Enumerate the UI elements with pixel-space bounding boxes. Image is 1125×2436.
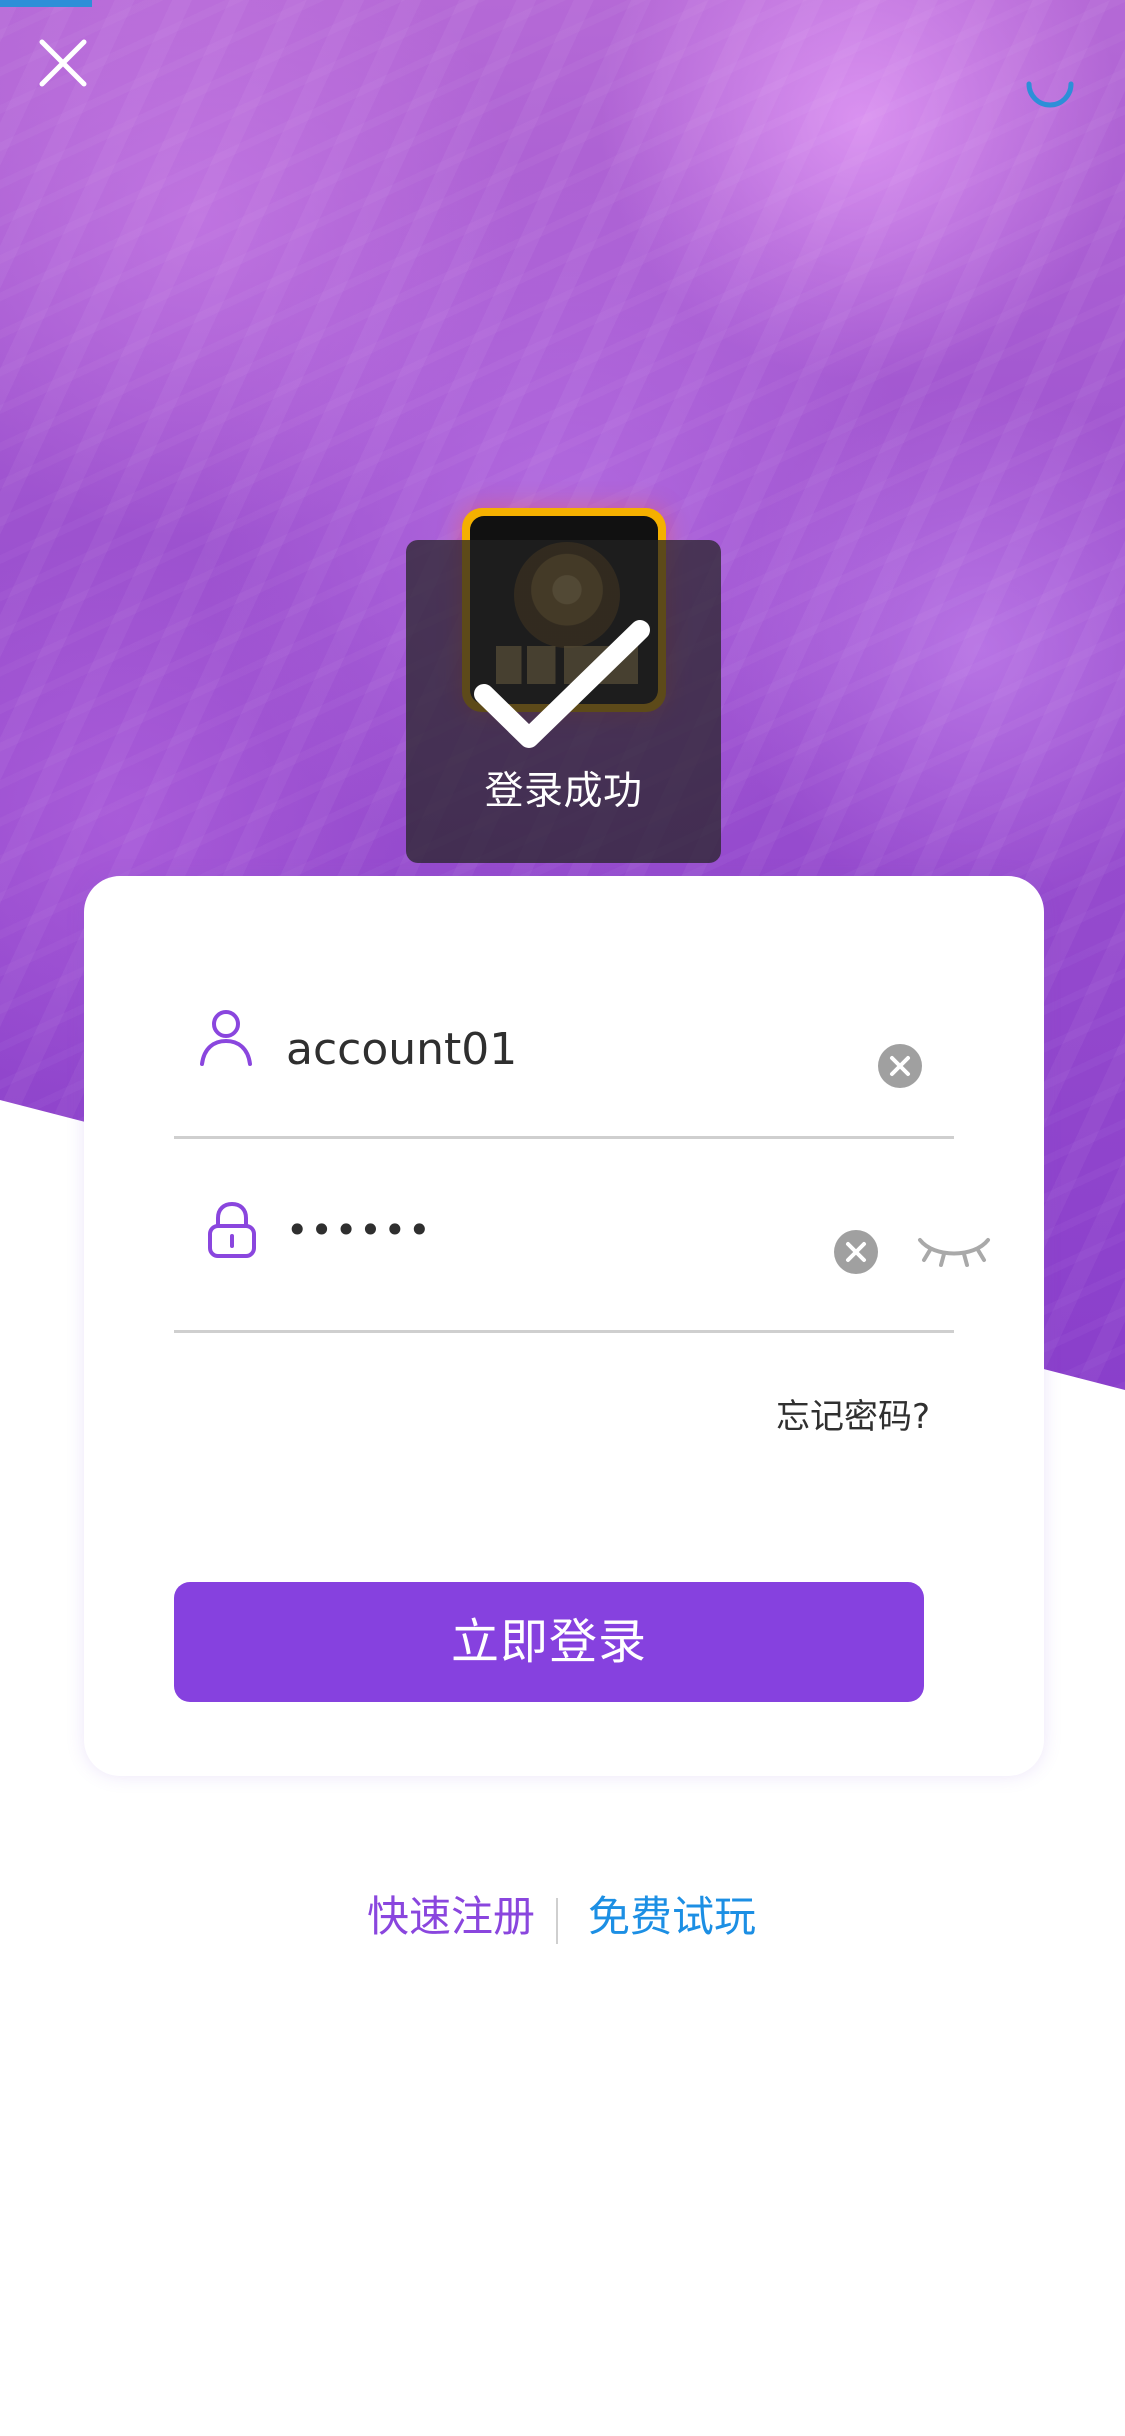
loading-spinner-icon [1026,81,1074,108]
eye-closed-icon[interactable] [914,1230,994,1270]
quick-register-link[interactable]: 快速注册 [367,1896,535,1938]
close-button[interactable] [34,34,92,92]
free-trial-link[interactable]: 免费试玩 [588,1896,756,1938]
links-divider [556,1898,558,1944]
check-icon [474,620,650,748]
username-field[interactable]: account01 [174,986,954,1139]
clear-icon[interactable] [878,1044,922,1088]
bottom-links: 快速注册 免费试玩 [0,1896,1125,1956]
clear-username-icon [890,1056,910,1076]
clear-password-icon [846,1242,866,1262]
top-progress-bar [0,0,92,7]
username-value[interactable]: account01 [286,1020,517,1080]
password-field[interactable]: •••••• [174,1180,990,1333]
login-button[interactable]: 立即登录 [174,1582,924,1702]
clear-password-button[interactable] [834,1230,878,1274]
lock-icon [208,1201,256,1258]
close-icon [39,39,87,87]
toast-message: 登录成功 [484,769,643,814]
forgot-password-link[interactable]: 忘记密码? [776,1400,930,1434]
loading-spinner [1019,50,1081,112]
login-card: account01 •••••• 忘记密码? 立即登录 [84,876,1044,1776]
login-success-toast: 登录成功 [406,540,721,863]
user-icon [200,1010,252,1066]
password-value[interactable]: •••••• [286,1200,432,1260]
